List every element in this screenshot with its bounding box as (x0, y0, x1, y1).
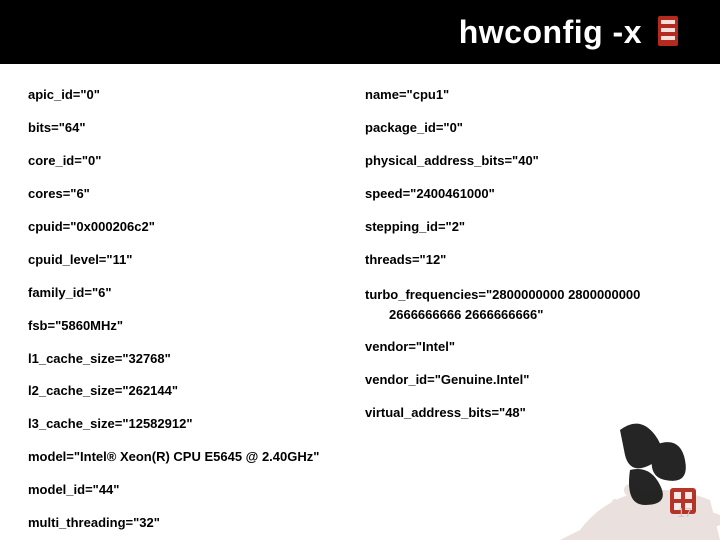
attribute-row: virtual_address_bits="48" (365, 400, 692, 433)
attribute-row: l1_cache_size="32768" (28, 346, 355, 379)
attribute-text: l1_cache_size="32768" (28, 351, 171, 366)
seal-stamp-icon (656, 14, 680, 50)
attribute-row: cpuid="0x000206c2" (28, 214, 355, 247)
title-bar: hwconfig -x (0, 0, 720, 64)
attribute-row: multi_threading="32" (28, 510, 355, 540)
attribute-text: physical_address_bits="40" (365, 153, 539, 168)
attribute-text: l2_cache_size="262144" (28, 383, 178, 398)
page-title: hwconfig -x (459, 14, 642, 51)
attribute-row: cpuid_level="11" (28, 247, 355, 280)
attribute-row: model="Intel® Xeon(R) CPU E5645 @ 2.40GH… (28, 444, 355, 477)
attribute-text: bits="64" (28, 120, 86, 135)
attribute-row: model_id="44" (28, 477, 355, 510)
attribute-row: fsb="5860MHz" (28, 313, 355, 346)
attribute-text: threads="12" (365, 252, 446, 267)
attribute-text: apic_id="0" (28, 87, 100, 102)
attribute-row: cores="6" (28, 181, 355, 214)
attribute-row: package_id="0" (365, 115, 692, 148)
left-column: apic_id="0" bits="64" core_id="0" cores="6"… (28, 82, 355, 522)
attribute-row: vendor_id="Genuine.Intel" (365, 367, 692, 400)
attribute-row: l3_cache_size="12582912" (28, 411, 355, 444)
attribute-text: package_id="0" (365, 120, 463, 135)
attribute-text: vendor="Intel" (365, 339, 455, 354)
attribute-text: name="cpu1" (365, 87, 449, 102)
attribute-row: bits="64" (28, 115, 355, 148)
slide: hwconfig -x apic_id="0" bits="64" core_id=… (0, 0, 720, 540)
attribute-text: model_id="44" (28, 482, 119, 497)
attribute-row: speed="2400461000" (365, 181, 692, 214)
attribute-row: vendor="Intel" (365, 334, 692, 367)
attribute-row-turbo-line2: 2666666666 2666666666" (365, 306, 692, 334)
attribute-row: name="cpu1" (365, 82, 692, 115)
attribute-text: cpuid_level="11" (28, 252, 132, 267)
page-number: 17 (678, 505, 692, 520)
attribute-text: cores="6" (28, 186, 90, 201)
attribute-text: speed="2400461000" (365, 186, 495, 201)
attribute-row: family_id="6" (28, 280, 355, 313)
attribute-text: stepping_id="2" (365, 219, 465, 234)
attribute-text: fsb="5860MHz" (28, 318, 123, 333)
right-column: name="cpu1" package_id="0" physical_addres… (365, 82, 692, 522)
content-area: apic_id="0" bits="64" core_id="0" cores="6"… (28, 82, 692, 522)
attribute-row: l2_cache_size="262144" (28, 378, 355, 411)
attribute-row: threads="12" (365, 247, 692, 280)
attribute-row: apic_id="0" (28, 82, 355, 115)
attribute-text: family_id="6" (28, 285, 112, 300)
attribute-text: core_id="0" (28, 153, 101, 168)
attribute-text: vendor_id="Genuine.Intel" (365, 372, 529, 387)
attribute-row: physical_address_bits="40" (365, 148, 692, 181)
attribute-row: core_id="0" (28, 148, 355, 181)
attribute-text: l3_cache_size="12582912" (28, 416, 193, 431)
attribute-text: virtual_address_bits="48" (365, 405, 526, 420)
attribute-text: cpuid="0x000206c2" (28, 219, 155, 234)
attribute-row: stepping_id="2" (365, 214, 692, 247)
attribute-text: multi_threading="32" (28, 515, 160, 530)
attribute-row-turbo-line1: turbo_frequencies="2800000000 2800000000 (365, 280, 692, 306)
attribute-text: model="Intel® Xeon(R) CPU E5645 @ 2.40GH… (28, 449, 319, 464)
